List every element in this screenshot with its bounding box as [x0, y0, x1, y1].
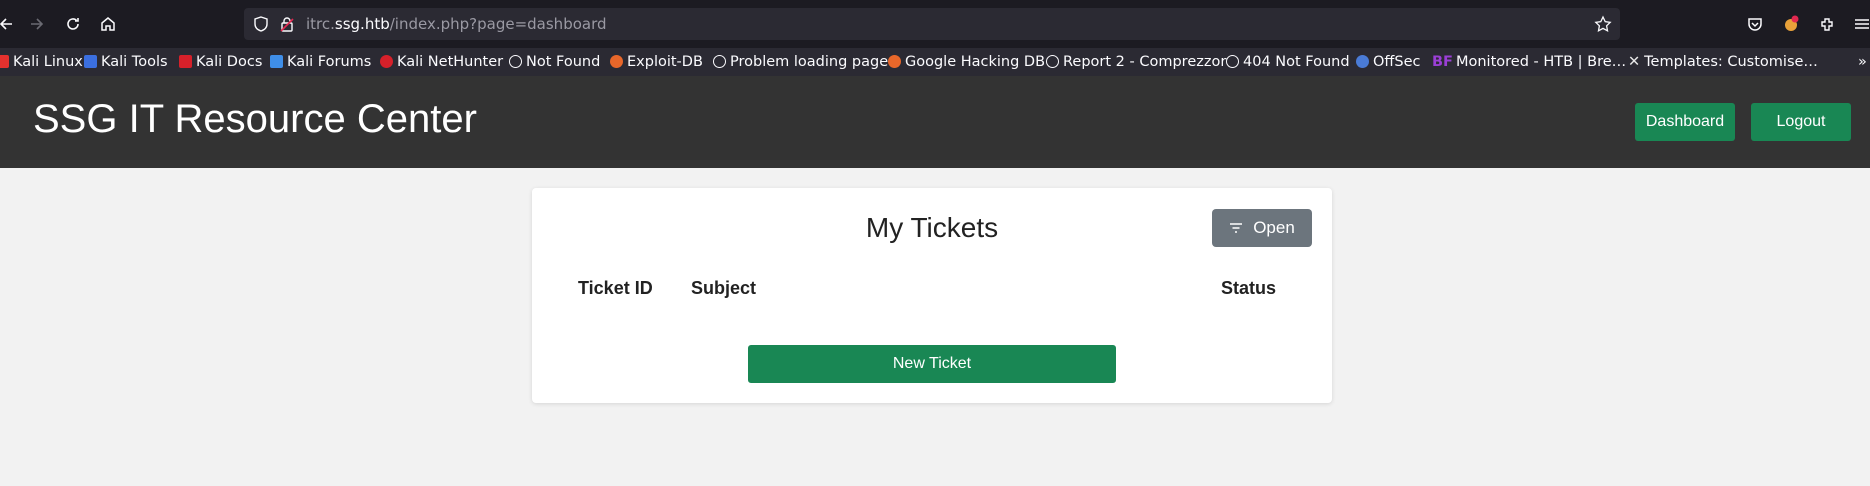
bookmark-item[interactable]: Kali Linux: [0, 52, 83, 72]
insecure-lock-icon[interactable]: [278, 15, 296, 37]
new-ticket-button[interactable]: New Ticket: [748, 345, 1116, 383]
ghdb-icon: [888, 55, 901, 68]
column-header-status: Status: [1221, 278, 1277, 298]
bf-icon: BF: [1432, 54, 1453, 70]
joomla-icon: ✕: [1628, 54, 1641, 70]
reload-icon[interactable]: [61, 12, 85, 36]
bookmark-item[interactable]: Problem loading page: [713, 52, 888, 72]
bookmarks-bar: Kali Linux Kali Tools Kali Docs Kali For…: [0, 48, 1870, 76]
back-icon[interactable]: [0, 12, 18, 36]
nethunter-icon: [380, 55, 393, 68]
menu-icon[interactable]: [1850, 12, 1870, 36]
logout-button[interactable]: Logout: [1751, 103, 1851, 141]
bookmark-item[interactable]: Exploit-DB: [610, 52, 703, 72]
tracking-protection-icon[interactable]: [252, 15, 270, 37]
globe-icon: [1046, 55, 1059, 68]
column-header-ticket-id: Ticket ID: [578, 278, 653, 298]
globe-icon: [509, 55, 522, 68]
bookmark-item[interactable]: Not Found: [509, 52, 600, 72]
dashboard-button[interactable]: Dashboard: [1635, 103, 1735, 141]
globe-icon: [1226, 55, 1239, 68]
kali-icon: [0, 55, 9, 68]
url-bar[interactable]: itrc.ssg.htb/index.php?page=dashboard: [244, 8, 1620, 40]
bookmark-item[interactable]: ✕ Templates: Customise…: [1628, 52, 1818, 72]
kali-tools-icon: [84, 55, 97, 68]
tickets-card: My Tickets Open Ticket ID Subject Status…: [532, 188, 1332, 403]
globe-icon: [713, 55, 726, 68]
pocket-icon[interactable]: [1743, 12, 1767, 36]
exploit-db-icon: [610, 55, 623, 68]
bookmark-item[interactable]: Kali Tools: [84, 52, 168, 72]
kali-forums-icon: [270, 55, 283, 68]
url-text[interactable]: itrc.ssg.htb/index.php?page=dashboard: [306, 8, 607, 40]
kali-docs-icon: [179, 55, 192, 68]
bookmark-item[interactable]: Google Hacking DB: [888, 52, 1045, 72]
column-header-subject: Subject: [691, 278, 757, 298]
filter-icon: [1230, 223, 1243, 233]
bookmark-item[interactable]: 404 Not Found: [1226, 52, 1350, 72]
home-icon[interactable]: [96, 12, 120, 36]
filter-label: Open: [1253, 218, 1295, 237]
site-title: SSG IT Resource Center: [33, 97, 477, 141]
bookmark-item[interactable]: OffSec: [1356, 52, 1421, 72]
bookmark-item[interactable]: Report 2 - Comprezzor: [1046, 52, 1226, 72]
forward-icon[interactable]: [25, 12, 49, 36]
bookmark-star-icon[interactable]: [1594, 15, 1612, 37]
bookmark-item[interactable]: BF Monitored - HTB | Bre…: [1432, 52, 1626, 72]
bookmarks-overflow-icon[interactable]: »: [1858, 52, 1867, 72]
site-header: SSG IT Resource Center Dashboard Logout: [0, 76, 1870, 168]
status-filter-button[interactable]: Open: [1212, 209, 1312, 247]
bookmark-item[interactable]: Kali NetHunter: [380, 52, 503, 72]
extensions-icon[interactable]: [1815, 12, 1839, 36]
offsec-icon: [1356, 55, 1369, 68]
bookmark-item[interactable]: Kali Forums: [270, 52, 371, 72]
extension-fox-icon[interactable]: [1779, 12, 1803, 36]
browser-toolbar: itrc.ssg.htb/index.php?page=dashboard: [0, 0, 1870, 48]
bookmark-item[interactable]: Kali Docs: [179, 52, 262, 72]
